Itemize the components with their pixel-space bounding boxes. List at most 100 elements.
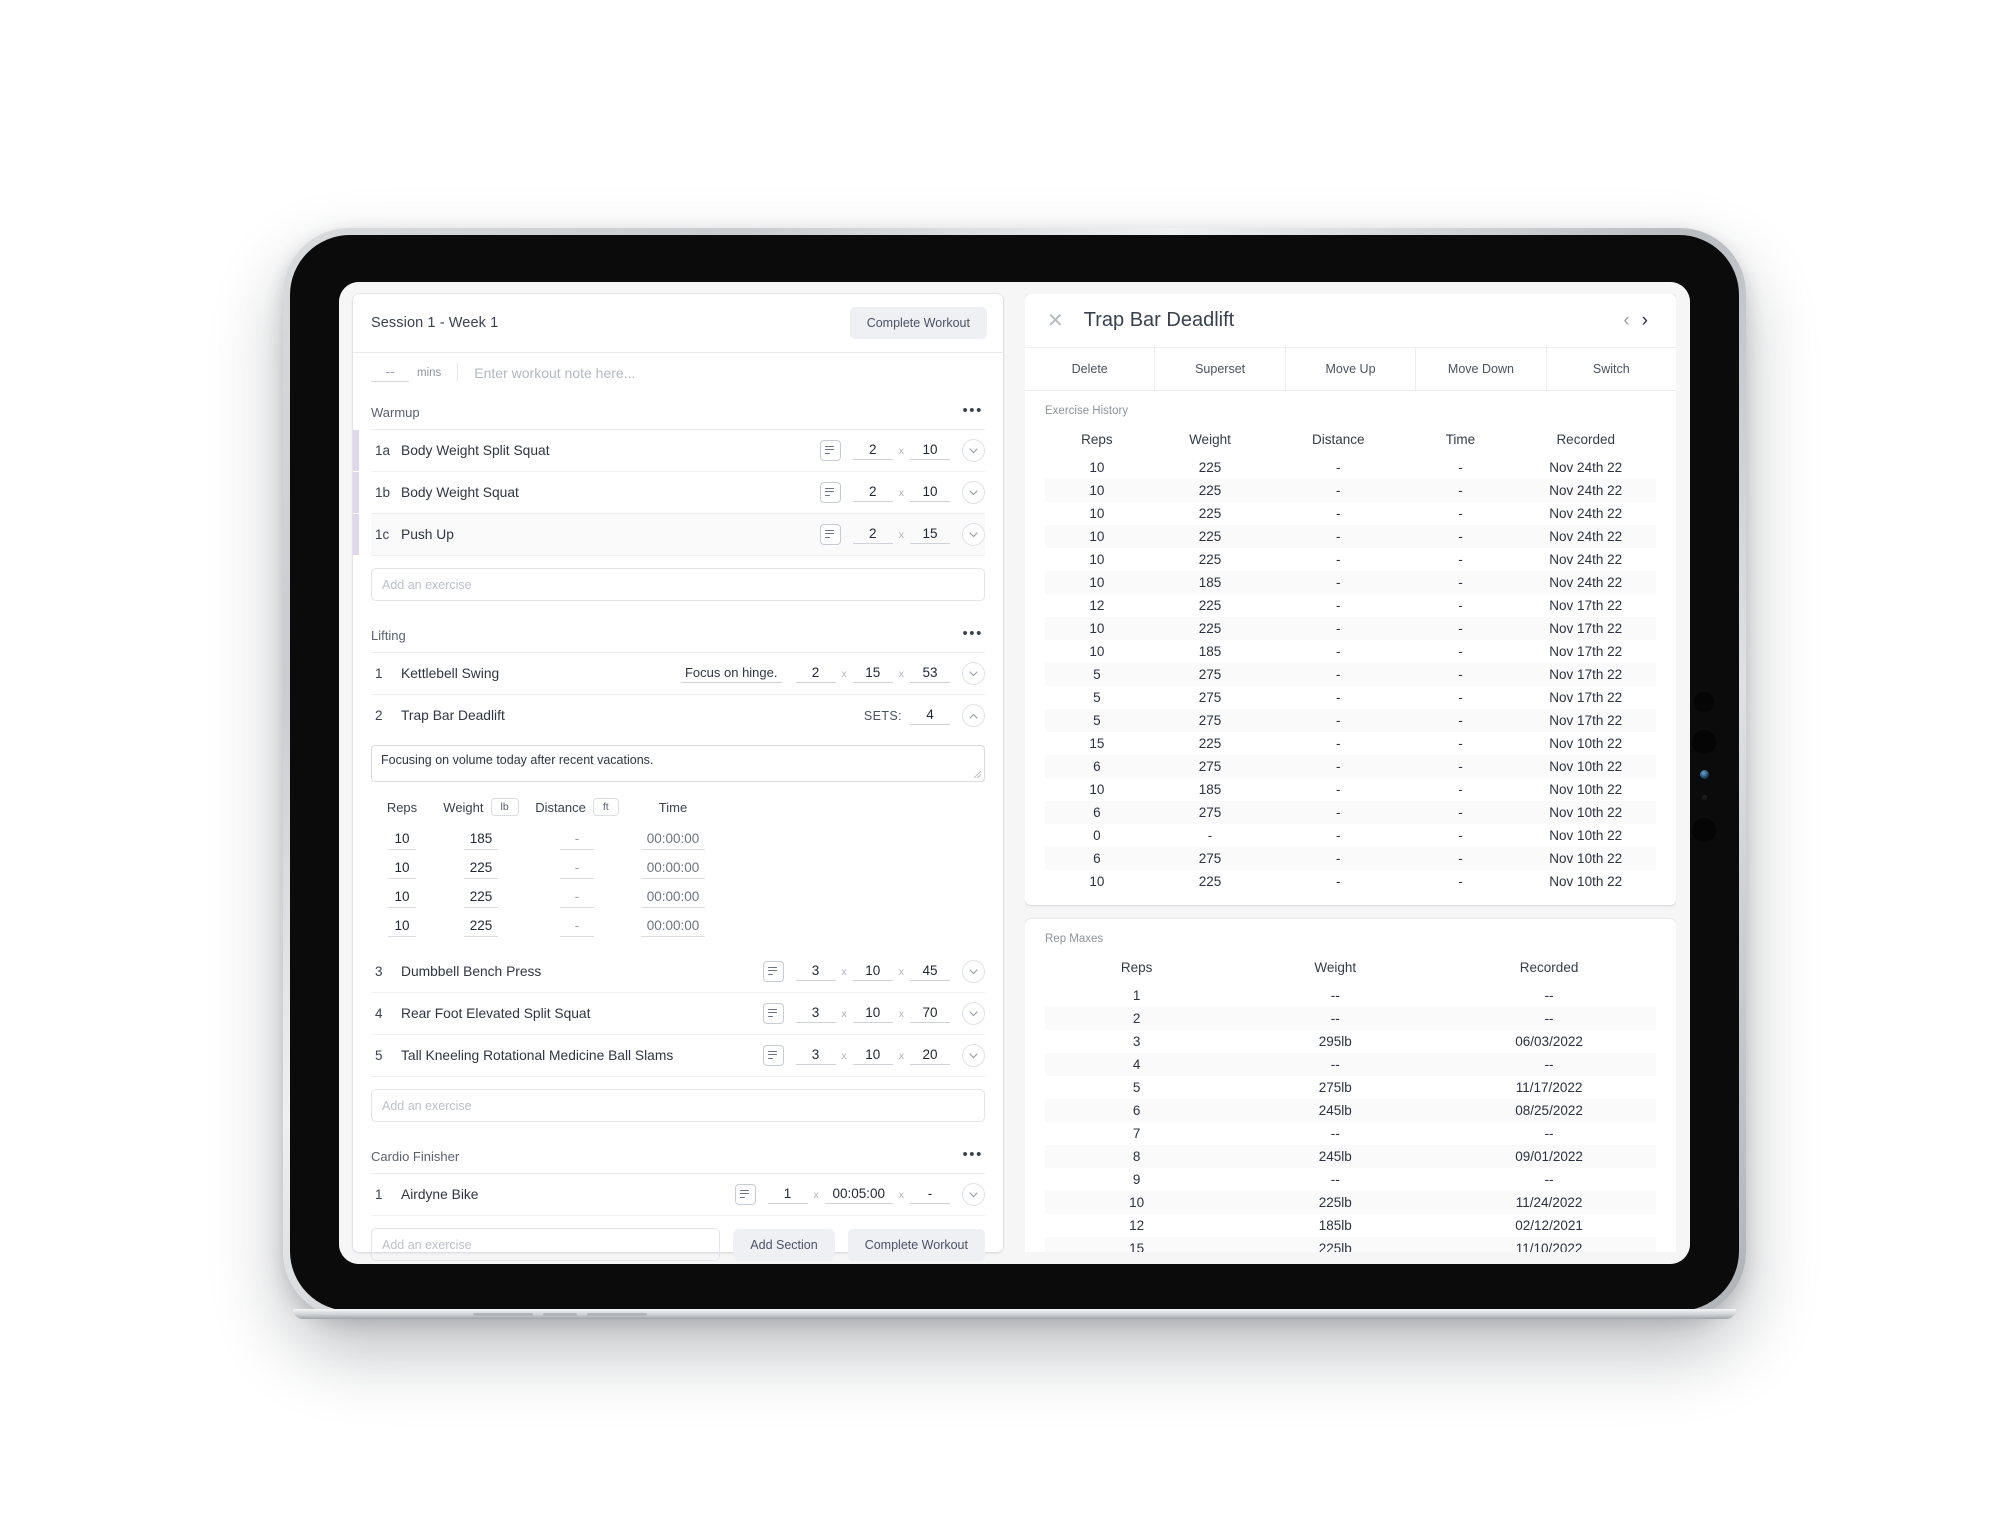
reps-input[interactable]: 15 — [910, 526, 950, 544]
exercise-row[interactable]: 1a Body Weight Split Squat 2 x 10 — [353, 430, 985, 472]
exercise-row[interactable]: 1b Body Weight Squat 2 x 10 — [353, 472, 985, 514]
reps-input[interactable]: 10 — [852, 963, 893, 981]
chevron-down-icon[interactable] — [962, 481, 985, 504]
exercise-note-textarea[interactable]: Focusing on volume today after recent va… — [371, 745, 985, 782]
table-cell: - — [1336, 759, 1341, 774]
note-icon[interactable] — [762, 1003, 784, 1024]
table-cell: Nov 24th 22 — [1549, 460, 1623, 475]
note-icon[interactable] — [762, 1045, 784, 1066]
complete-workout-button-top[interactable]: Complete Workout — [849, 307, 987, 339]
exercise-name: Airdyne Bike — [401, 1187, 479, 1202]
set-reps-input[interactable]: 10 — [388, 889, 416, 908]
sets-input[interactable]: 3 — [795, 1005, 836, 1023]
duration-field[interactable]: -- mins — [371, 363, 459, 382]
switch-button[interactable]: Switch — [1547, 348, 1676, 390]
weight-input[interactable]: - — [910, 1186, 950, 1204]
reps-input[interactable]: 10 — [910, 442, 950, 460]
exercise-row[interactable]: 4 Rear Foot Elevated Split Squat 3 x 10 … — [371, 993, 985, 1035]
chevron-down-icon[interactable] — [962, 1183, 985, 1206]
set-reps-input[interactable]: 10 — [388, 918, 416, 937]
note-icon[interactable] — [819, 482, 841, 503]
chevron-down-icon[interactable] — [962, 662, 985, 685]
set-time-input[interactable]: 00:00:00 — [640, 860, 706, 879]
set-weight-input[interactable]: 185 — [463, 831, 499, 850]
set-distance-input[interactable]: - — [560, 831, 594, 850]
section-menu-icon[interactable]: ••• — [960, 403, 985, 421]
set-time-input[interactable]: 00:00:00 — [640, 831, 706, 850]
reps-input[interactable]: 15 — [852, 665, 893, 683]
note-icon[interactable] — [734, 1184, 756, 1205]
tablet-screen: Session 1 - Week 1 Complete Workout -- m… — [339, 282, 1690, 1264]
exercise-row[interactable]: 1 Kettlebell Swing Focus on hinge. 2 x 1… — [371, 653, 985, 695]
sets-input[interactable]: 4 — [910, 707, 950, 725]
microphone-icon — [1701, 795, 1707, 800]
reps-input[interactable]: 10 — [852, 1005, 893, 1023]
chevron-down-icon[interactable] — [962, 1044, 985, 1067]
duration-input[interactable]: -- — [371, 363, 409, 382]
exercise-values: 1 x 00:05:00 x - — [767, 1186, 950, 1204]
chevron-down-icon[interactable] — [962, 439, 985, 462]
exercise-row-expanded[interactable]: 2 Trap Bar Deadlift SETS: 4 — [371, 695, 985, 736]
reps-input[interactable]: 10 — [910, 484, 950, 502]
sets-input[interactable]: 3 — [795, 1047, 836, 1065]
delete-button[interactable]: Delete — [1025, 348, 1156, 390]
table-cell: 225 — [1198, 552, 1222, 567]
note-icon[interactable] — [762, 961, 784, 982]
exercise-row[interactable]: 1c Push Up 2 x 15 — [353, 514, 985, 556]
weight-input[interactable]: 53 — [910, 665, 950, 683]
sets-input[interactable]: 2 — [852, 442, 893, 460]
set-distance-input[interactable]: - — [560, 918, 594, 937]
exercise-row[interactable]: 3 Dumbbell Bench Press 3 x 10 x 45 — [371, 951, 985, 993]
close-icon[interactable]: ✕ — [1047, 311, 1064, 331]
sets-input[interactable]: 3 — [795, 963, 836, 981]
table-cell: 15 — [1089, 736, 1105, 751]
reps-input[interactable]: 10 — [852, 1047, 893, 1065]
superset-button[interactable]: Superset — [1155, 348, 1286, 390]
multiply-separator: x — [898, 444, 904, 457]
workout-note-input[interactable]: Enter workout note here... — [458, 365, 635, 381]
set-distance-input[interactable]: - — [560, 860, 594, 879]
add-exercise-input[interactable]: Add an exercise — [371, 1228, 721, 1261]
sets-input[interactable]: 2 — [852, 526, 893, 544]
sets-input[interactable]: 1 — [767, 1186, 808, 1204]
exercise-row[interactable]: 5 Tall Kneeling Rotational Medicine Ball… — [371, 1035, 985, 1077]
sets-input[interactable]: 2 — [852, 484, 893, 502]
set-reps-input[interactable]: 10 — [388, 860, 416, 879]
add-section-button[interactable]: Add Section — [733, 1228, 835, 1261]
weight-input[interactable]: 70 — [910, 1005, 950, 1023]
chevron-down-icon[interactable] — [962, 1002, 985, 1025]
set-time-input[interactable]: 00:00:00 — [640, 889, 706, 908]
chevron-right-icon[interactable]: › — [1636, 311, 1654, 330]
weight-input[interactable]: 20 — [910, 1047, 950, 1065]
set-time-input[interactable]: 00:00:00 — [640, 918, 706, 937]
weight-unit-selector[interactable]: lb — [490, 798, 519, 816]
note-icon[interactable] — [819, 524, 841, 545]
weight-input[interactable]: 45 — [910, 963, 950, 981]
table-cell: - — [1336, 851, 1341, 866]
complete-workout-button-bottom[interactable]: Complete Workout — [847, 1228, 985, 1261]
section-menu-icon[interactable]: ••• — [960, 626, 985, 644]
speaker-grille-icon — [587, 1313, 647, 1316]
set-reps-input[interactable]: 10 — [388, 831, 416, 850]
chevron-left-icon[interactable]: ‹ — [1617, 311, 1635, 330]
exercise-row[interactable]: 1 Airdyne Bike 1 x 00:05:00 x - — [371, 1174, 985, 1216]
distance-unit-selector[interactable]: ft — [592, 798, 619, 816]
set-weight-input[interactable]: 225 — [463, 860, 499, 879]
exercise-note-input[interactable]: Focus on hinge. — [680, 665, 782, 683]
table-row: 2 -- -- — [1045, 1007, 1656, 1030]
add-exercise-input[interactable]: Add an exercise — [371, 1089, 985, 1122]
section-menu-icon[interactable]: ••• — [960, 1147, 985, 1165]
chevron-up-icon[interactable] — [962, 704, 985, 727]
chevron-down-icon[interactable] — [962, 960, 985, 983]
note-icon[interactable] — [819, 440, 841, 461]
table-cell: - — [1458, 782, 1463, 797]
sets-input[interactable]: 2 — [795, 665, 836, 683]
add-exercise-input[interactable]: Add an exercise — [371, 568, 985, 601]
move-down-button[interactable]: Move Down — [1416, 348, 1547, 390]
set-distance-input[interactable]: - — [560, 889, 594, 908]
duration-reps-input[interactable]: 00:05:00 — [824, 1186, 893, 1204]
chevron-down-icon[interactable] — [962, 523, 985, 546]
set-weight-input[interactable]: 225 — [463, 918, 499, 937]
move-up-button[interactable]: Move Up — [1286, 348, 1417, 390]
set-weight-input[interactable]: 225 — [463, 889, 499, 908]
